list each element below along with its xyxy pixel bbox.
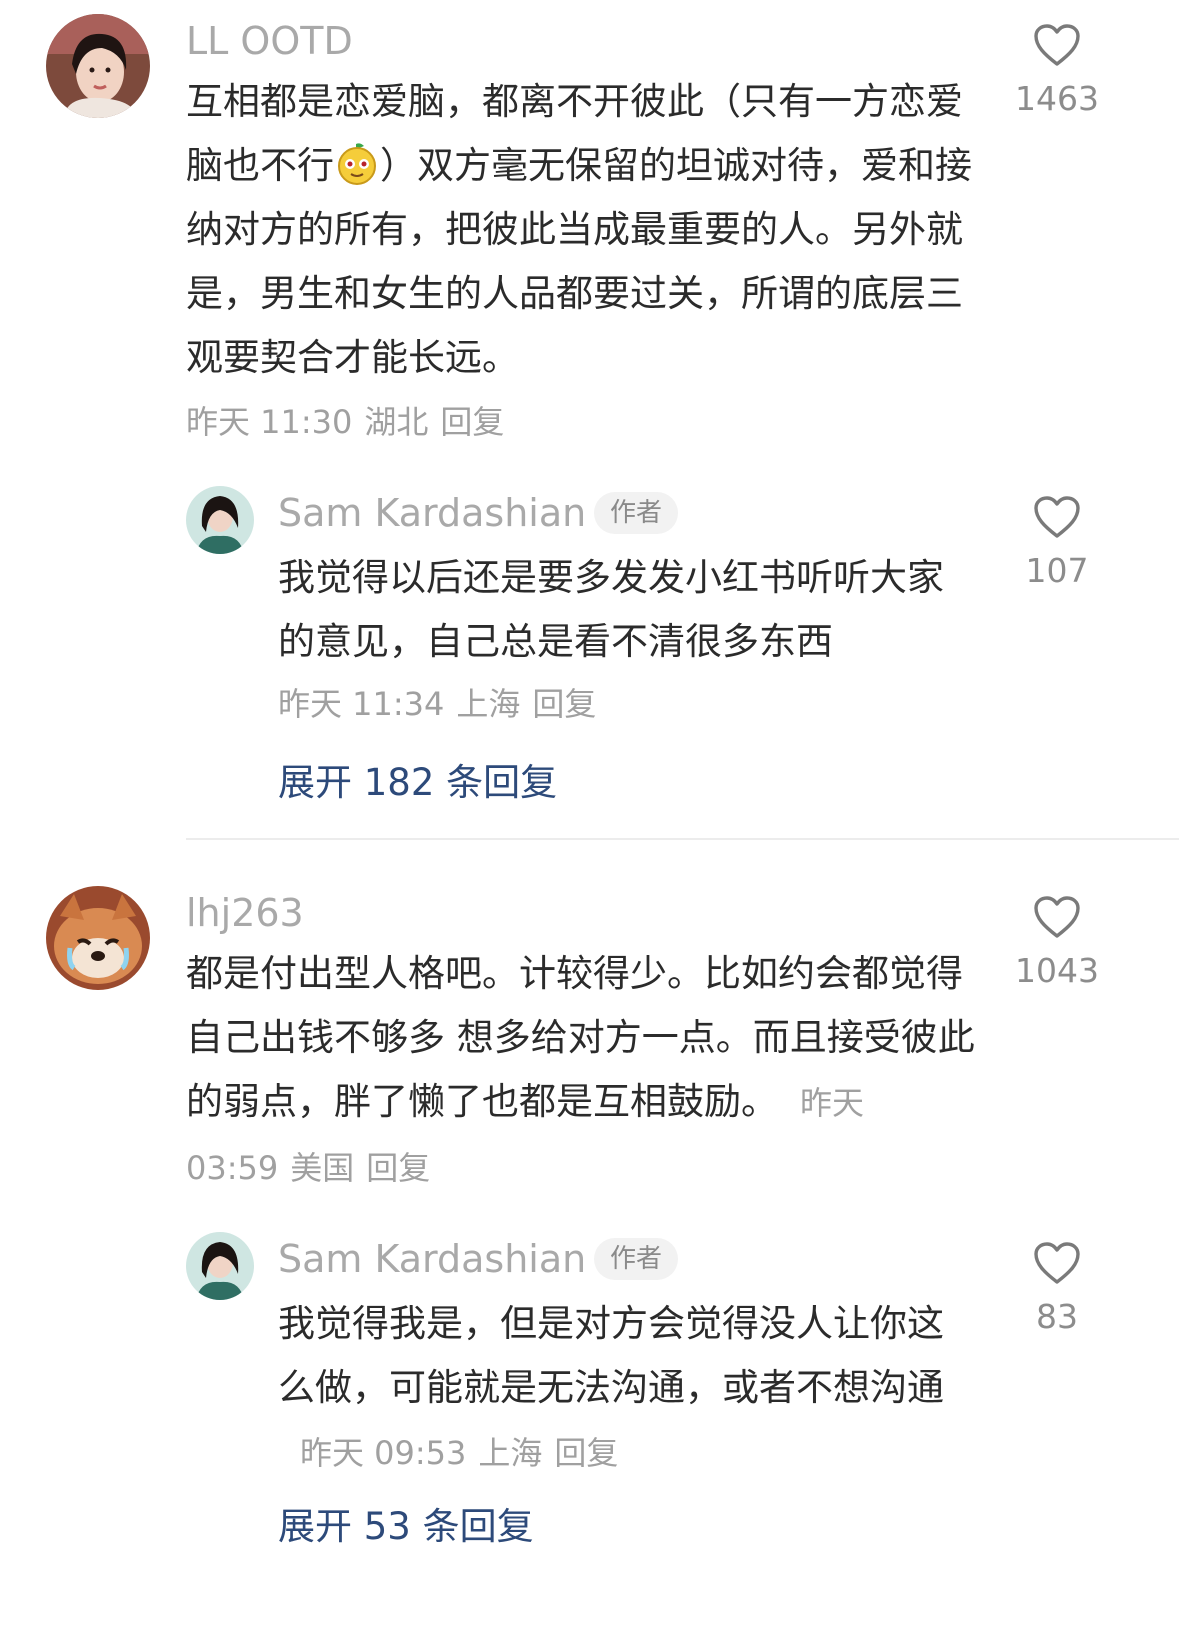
comment-text: 互相都是恋爱脑，都离不开彼此（只有一方恋爱脑也不行 ）双方毫无保留的坦诚对待，爱和…: [186, 70, 976, 390]
reply-text: 我觉得以后还是要多发发小红书听听大家的意见，自己总是看不清很多东西: [278, 556, 944, 663]
reply-time: 昨天 11:34: [278, 685, 445, 723]
reply-button[interactable]: 回复: [366, 1149, 430, 1187]
like-count: 107: [1025, 551, 1089, 590]
avatar[interactable]: [186, 486, 254, 554]
comment-meta: 昨天 11:30 湖北 回复: [186, 406, 516, 438]
avatar[interactable]: [186, 1232, 254, 1300]
smiling-fruit-emoji-icon: [334, 140, 380, 186]
reply-button[interactable]: 回复: [440, 403, 504, 441]
reply-location: 上海: [456, 685, 521, 723]
reply-button[interactable]: 回复: [554, 1434, 618, 1472]
comment-text: 都是付出型人格吧。计较得少。比如约会都觉得自己出钱不够多 想多给对方一点。而且接…: [186, 942, 976, 1200]
divider: [186, 838, 1179, 840]
like-count: 1463: [1015, 79, 1099, 118]
like-count: 83: [1036, 1297, 1078, 1336]
heart-outline-icon: [1034, 24, 1080, 66]
comment-username[interactable]: lhj263: [186, 894, 304, 932]
comment-location: 湖北: [364, 403, 429, 441]
reply-meta: 昨天 11:34 上海 回复: [278, 688, 608, 720]
like-count: 1043: [1015, 951, 1099, 990]
author-badge: 作者: [594, 1238, 679, 1280]
expand-replies-link[interactable]: 展开 182 条回复: [278, 764, 557, 801]
reply-location: 上海: [478, 1434, 543, 1472]
reply-button[interactable]: 回复: [532, 685, 596, 723]
comment-time: 昨天 11:30: [186, 403, 353, 441]
heart-outline-icon: [1034, 1242, 1080, 1284]
reply-text: 我觉得我是，但是对方会觉得没人让你这么做，可能就是无法沟通，或者不想沟通昨天 0…: [278, 1292, 976, 1485]
heart-outline-icon: [1034, 896, 1080, 938]
comment-username[interactable]: LL OOTD: [186, 22, 353, 60]
like-button[interactable]: 83: [1012, 1240, 1102, 1333]
reply-username[interactable]: Sam Kardashian: [278, 1240, 586, 1278]
comment-location: 美国: [290, 1149, 355, 1187]
reply-meta: 昨天 09:53 上海 回复: [300, 1434, 630, 1472]
like-button[interactable]: 107: [1012, 494, 1102, 587]
like-button[interactable]: 1043: [1012, 894, 1102, 987]
reply-text-body: 我觉得我是，但是对方会觉得没人让你这么做，可能就是无法沟通，或者不想沟通: [278, 1302, 944, 1409]
reply-username[interactable]: Sam Kardashian: [278, 494, 586, 532]
author-badge: 作者: [594, 492, 679, 534]
heart-outline-icon: [1034, 496, 1080, 538]
like-button[interactable]: 1463: [1012, 22, 1102, 115]
expand-replies-link[interactable]: 展开 53 条回复: [278, 1508, 534, 1545]
avatar[interactable]: [46, 14, 150, 118]
avatar[interactable]: [46, 886, 150, 990]
reply-time: 昨天 09:53: [300, 1434, 467, 1472]
